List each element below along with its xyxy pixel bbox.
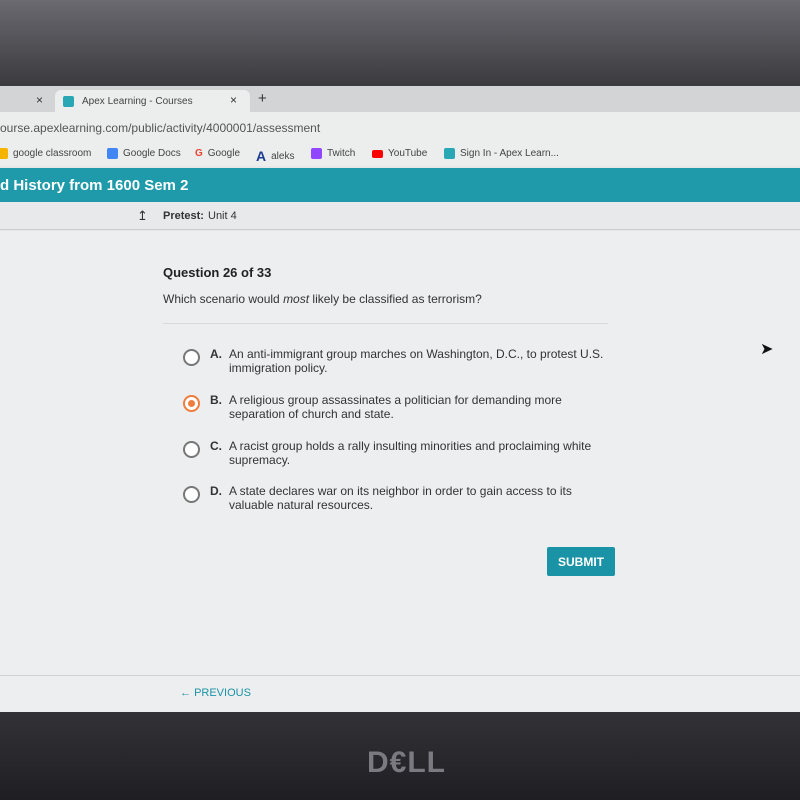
docs-icon <box>107 148 118 159</box>
aleks-icon: A <box>256 148 267 164</box>
bookmark-google[interactable]: G Google <box>195 148 240 159</box>
option-letter: C. <box>210 439 222 453</box>
bookmark-label: google classroom <box>13 148 92 159</box>
up-arrow-icon[interactable]: ↥ <box>137 208 148 224</box>
option-text: A racist group holds a rally insulting m… <box>229 439 592 467</box>
question-number: Question 26 of 33 <box>163 265 272 280</box>
question-prompt: Which scenario would most likely be clas… <box>163 292 482 306</box>
close-tab-icon[interactable]: × <box>36 93 43 107</box>
divider <box>163 323 608 324</box>
laptop-bezel-top <box>0 0 800 88</box>
radio-button[interactable] <box>183 486 200 503</box>
bookmark-apex-sign-in[interactable]: Sign In - Apex Learn... <box>444 148 559 159</box>
bookmark-google-classroom[interactable]: google classroom <box>0 148 91 159</box>
divider <box>0 675 800 676</box>
tab-strip: × Apex Learning - Courses × + <box>0 86 800 112</box>
bookmark-label: aleks <box>271 150 295 162</box>
submit-button[interactable]: SUBMIT <box>547 547 615 576</box>
bookmark-label: Twitch <box>327 148 356 159</box>
course-title: d History from 1600 Sem 2 <box>0 177 189 194</box>
prompt-text: likely be classified as terrorism? <box>309 292 482 306</box>
close-tab-icon[interactable]: × <box>230 93 237 107</box>
option-letter: B. <box>210 393 222 407</box>
bookmarks-bar: google classroom Google Docs G Google Aal… <box>0 142 800 166</box>
bookmark-label: Google Docs <box>123 148 181 159</box>
tab-apex-learning[interactable]: Apex Learning - Courses <box>55 90 250 112</box>
question-panel: Question 26 of 33 Which scenario would m… <box>0 231 800 712</box>
bookmark-label: Sign In - Apex Learn... <box>460 148 559 159</box>
apex-icon <box>444 148 455 159</box>
prompt-emphasis: most <box>283 292 310 306</box>
option-text: A state declares war on its neighbor in … <box>229 484 572 512</box>
youtube-icon <box>372 149 383 158</box>
address-bar[interactable]: ourse.apexlearning.com/public/activity/4… <box>0 112 800 142</box>
mouse-cursor-icon: ➤ <box>760 341 774 358</box>
activity-name: Unit 4 <box>208 210 237 222</box>
bookmark-label: Google <box>207 148 241 159</box>
bookmark-aleks[interactable]: Aaleks <box>256 148 294 164</box>
option-letter: A. <box>210 347 222 361</box>
bookmark-label: YouTube <box>388 148 428 159</box>
new-tab-button[interactable]: + <box>258 90 267 107</box>
activity-bar: ↥ Pretest: Unit 4 <box>0 202 800 230</box>
dell-logo: D€LL <box>367 746 446 779</box>
activity-label: Pretest: <box>163 210 204 222</box>
option-text: A religious group assassinates a politic… <box>229 393 562 421</box>
twitch-icon <box>311 148 322 159</box>
previous-button[interactable]: ← PREVIOUS <box>180 687 251 699</box>
prompt-text: Which scenario would <box>163 292 284 306</box>
bookmark-twitch[interactable]: Twitch <box>311 148 355 159</box>
option-letter: D. <box>210 484 222 498</box>
radio-button[interactable] <box>183 349 200 366</box>
classroom-icon <box>0 148 8 159</box>
course-header: d History from 1600 Sem 2 <box>0 168 800 202</box>
previous-label: PREVIOUS <box>194 687 251 699</box>
arrow-left-icon: ← <box>180 687 195 699</box>
radio-button[interactable] <box>183 441 200 458</box>
bookmark-youtube[interactable]: YouTube <box>372 148 427 159</box>
option-text: An anti-immigrant group marches on Washi… <box>229 347 604 375</box>
google-icon: G <box>195 148 203 159</box>
apex-icon <box>63 95 74 107</box>
screen: × Apex Learning - Courses × + ourse.apex… <box>0 86 800 712</box>
tab-label: Apex Learning - Courses <box>82 95 193 107</box>
radio-button-selected[interactable] <box>183 395 200 412</box>
bookmark-google-docs[interactable]: Google Docs <box>107 148 181 159</box>
